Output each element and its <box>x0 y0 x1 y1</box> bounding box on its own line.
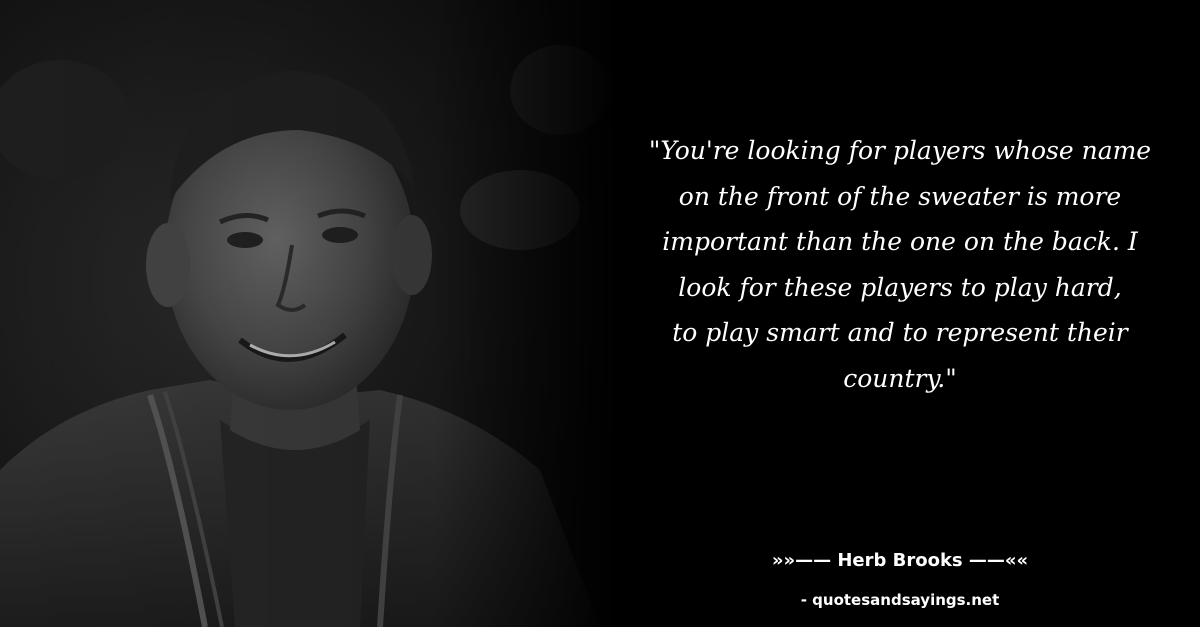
quote-line: country." <box>843 363 957 393</box>
quote-line: "You're looking for players whose name <box>648 136 1152 165</box>
author-attribution: »»—— Herb Brooks ——«« <box>771 550 1029 571</box>
quote-line: to play smart and to represent their <box>672 318 1128 347</box>
source-credit: - quotesandsayings.net <box>800 591 1000 609</box>
portrait-image <box>0 0 620 627</box>
quote-line: look for these players to play hard, <box>678 272 1122 302</box>
quote-block: "You're looking for players whose name o… <box>620 128 1180 401</box>
quote-line: important than the one on the back. I <box>662 227 1138 256</box>
quote-text: "You're looking for players whose name o… <box>620 128 1180 401</box>
quote-line: on the front of the sweater is more <box>678 181 1122 211</box>
portrait-photo <box>0 0 620 627</box>
quote-card: "You're looking for players whose name o… <box>0 0 1200 627</box>
